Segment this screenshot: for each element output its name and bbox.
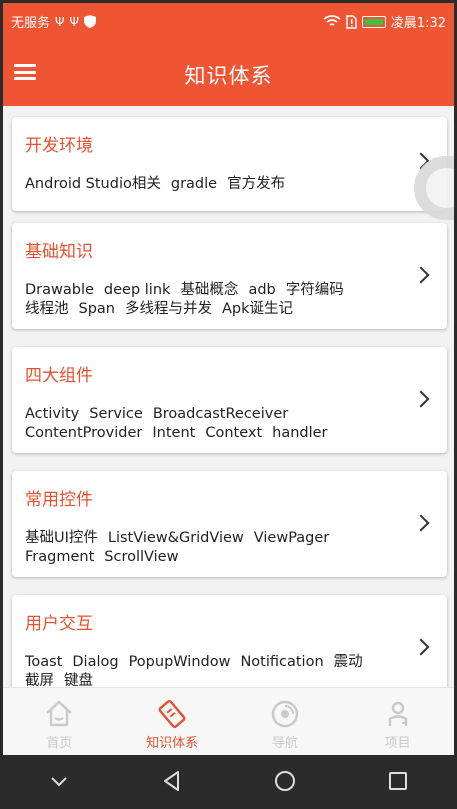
tag: Dialog [72, 654, 119, 670]
toolbar: 知识体系 [3, 40, 454, 106]
tag: PopupWindow [128, 654, 231, 670]
knowledge-list[interactable]: 开发环境 Android Studio相关 gradle 官方发布 基础知识 Dra… [3, 106, 454, 687]
tab-label: 导航 [271, 736, 298, 751]
tag: 字符编码 [285, 282, 344, 298]
bottom-tab-bar: 首页 知识体系 导航 项目 [3, 687, 454, 755]
tag: Apk诞生记 [221, 301, 294, 317]
home-button[interactable] [265, 761, 305, 801]
tag: 线程池 [25, 301, 69, 317]
card-title: 四大组件 [25, 366, 93, 386]
chevron-right-icon [412, 514, 430, 532]
tag: Span [78, 301, 115, 317]
list-item[interactable]: 常用控件 基础UI控件 ListView&GridView ViewPager Fra… [12, 471, 447, 577]
card-title: 常用控件 [25, 490, 93, 510]
knowledge-icon [158, 699, 186, 729]
card-tags: 基础UI控件 ListView&GridView ViewPager Fragment… [25, 529, 399, 567]
battery-icon [361, 15, 386, 28]
navigation-icon [271, 700, 299, 728]
tag: Intent [152, 425, 196, 441]
tag: ViewPager [253, 530, 330, 546]
status-bar: 无服务 Ψ Ψ 凌晨1:32 [3, 3, 454, 40]
app-screen: 无服务 Ψ Ψ 凌晨1:32 知识体系 开发环境 Android Studio相… [3, 3, 454, 806]
tag: ContentProvider [25, 425, 143, 441]
tag: Android Studio相关 [25, 176, 161, 192]
card-tags: Activity Service BroadcastReceiver ContentP… [25, 405, 399, 443]
tag: Service [89, 406, 143, 422]
tag: 键盘 [64, 673, 93, 687]
list-item[interactable]: 基础知识 Drawable deep link 基础概念 adb 字符编码线程池 Span… [12, 223, 447, 329]
recents-icon [388, 771, 407, 790]
tab-label: 项目 [384, 736, 411, 751]
usb-debug-icon: Ψ [69, 14, 79, 29]
tag: 基础概念 [180, 282, 239, 298]
card-tags: Drawable deep link 基础概念 adb 字符编码线程池 Span 多线程与并… [25, 281, 399, 319]
card-title: 基础知识 [25, 242, 93, 262]
tab-home[interactable]: 首页 [3, 688, 116, 755]
chevron-right-icon [412, 390, 430, 408]
home-circle-icon [274, 770, 295, 791]
tag: Toast [25, 654, 63, 670]
tag: adb [248, 282, 276, 298]
recents-button[interactable] [378, 761, 418, 801]
tag: Drawable [25, 282, 94, 298]
collapse-icon [51, 776, 68, 786]
usb-icon: Ψ [55, 14, 65, 29]
tag: Notification [240, 654, 324, 670]
list-item[interactable]: 开发环境 Android Studio相关 gradle 官方发布 [12, 117, 447, 211]
tag: BroadcastReceiver [152, 406, 289, 422]
tab-navigation[interactable]: 导航 [229, 688, 342, 755]
tab-label: 知识体系 [146, 736, 199, 751]
tab-project[interactable]: 项目 [341, 688, 454, 755]
project-icon [388, 701, 407, 726]
collapse-button[interactable] [39, 761, 79, 801]
sim-alert-icon [346, 14, 357, 29]
tag: deep link [103, 282, 171, 298]
shield-icon [83, 15, 96, 28]
tag: ListView&GridView [107, 530, 244, 546]
wifi-icon [323, 15, 341, 26]
page-title: 知识体系 [184, 64, 273, 88]
system-nav-bar [3, 755, 454, 806]
back-icon [164, 770, 180, 791]
clock-text: 凌晨1:32 [390, 16, 446, 31]
home-icon [46, 700, 73, 727]
tag: gradle [170, 176, 218, 192]
card-title: 用户交互 [25, 614, 93, 634]
tag: 多线程与并发 [124, 301, 212, 317]
card-tags: Android Studio相关 gradle 官方发布 [25, 175, 399, 194]
tag: handler [272, 425, 328, 441]
tag: 官方发布 [227, 176, 286, 192]
tag: Fragment [25, 549, 95, 565]
tag: Context [205, 425, 263, 441]
list-item[interactable]: 四大组件 Activity Service BroadcastReceiver Con… [12, 347, 447, 453]
card-title: 开发环境 [25, 136, 93, 156]
carrier-text: 无服务 [11, 16, 51, 31]
tag: Activity [25, 406, 80, 422]
list-item[interactable]: 用户交互 Toast Dialog PopupWindow Notification 震… [12, 595, 447, 687]
tag: ScrollView [104, 549, 179, 565]
chevron-right-icon [412, 638, 430, 656]
tab-knowledge[interactable]: 知识体系 [116, 688, 229, 755]
tag: 截屏 [25, 673, 54, 687]
tag: 基础UI控件 [25, 530, 98, 546]
card-tags: Toast Dialog PopupWindow Notification 震动截屏 键盘 [25, 653, 399, 687]
tag: 震动 [333, 654, 363, 670]
chevron-right-icon [412, 266, 430, 284]
tab-label: 首页 [46, 736, 73, 751]
back-button[interactable] [152, 761, 192, 801]
